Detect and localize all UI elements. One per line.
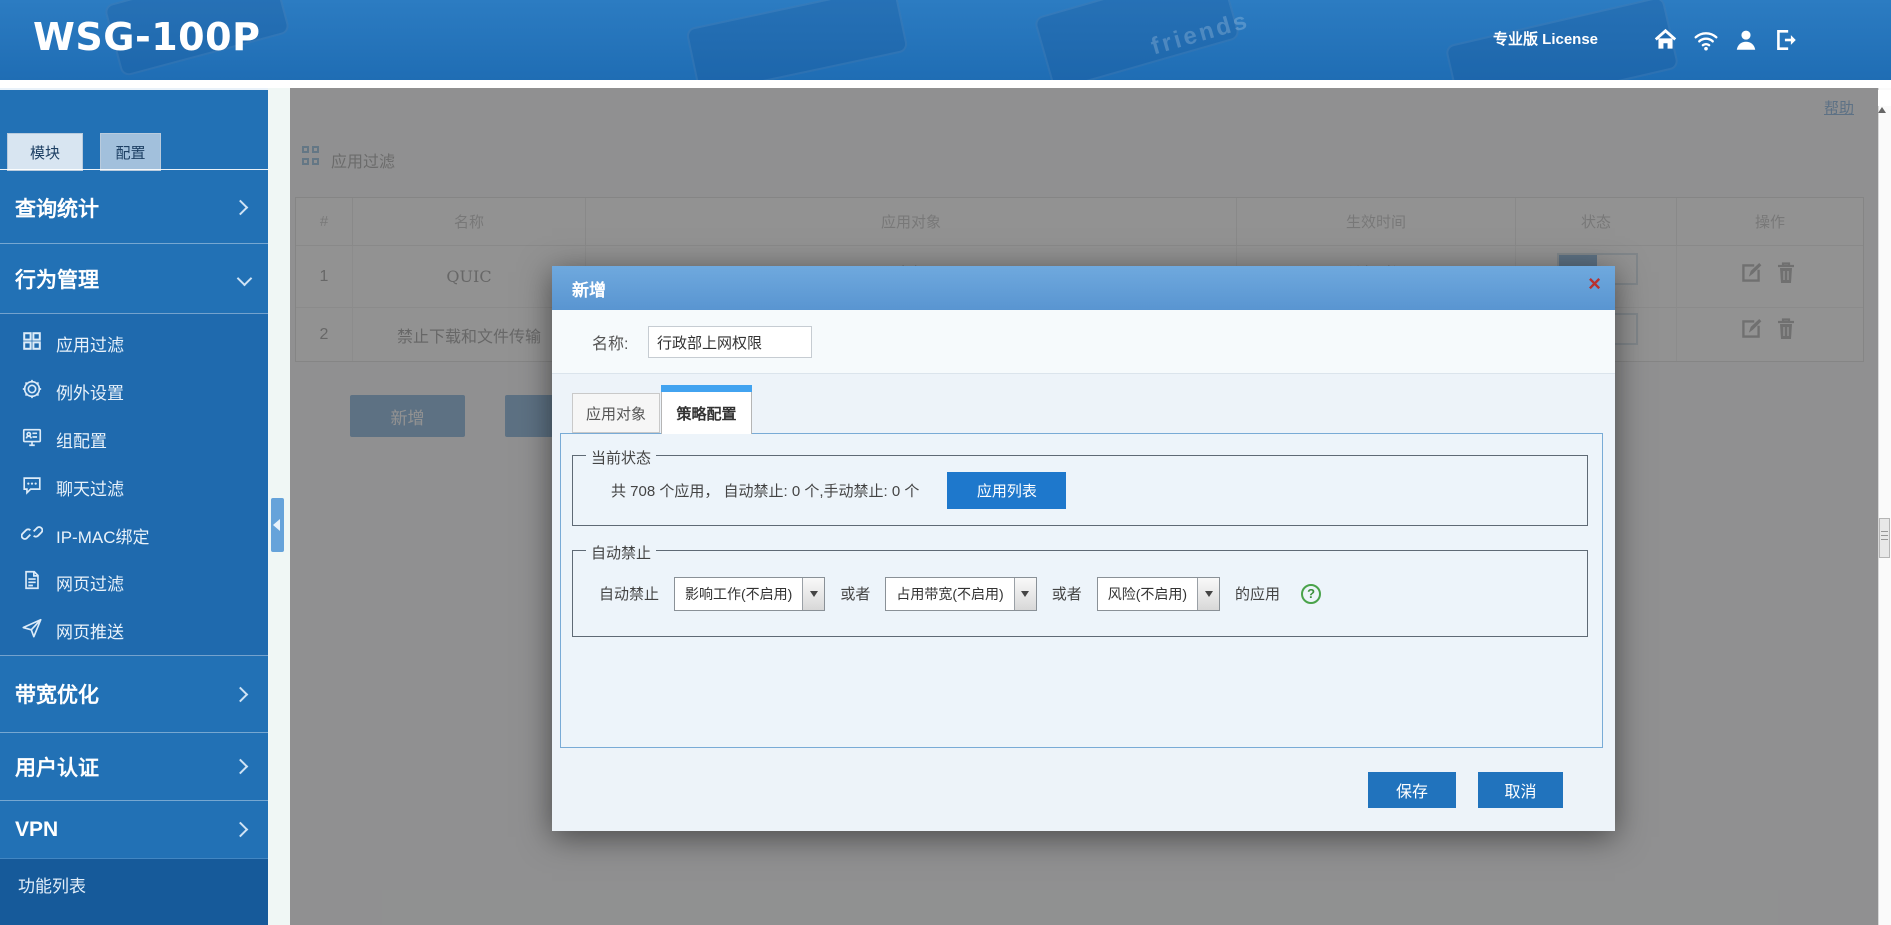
dropdown-arrow-icon[interactable]: [802, 578, 824, 610]
dropdown-arrow-icon[interactable]: [1014, 578, 1036, 610]
scroll-up-icon[interactable]: [1878, 90, 1891, 106]
cancel-button[interactable]: 取消: [1478, 772, 1563, 808]
sidebar-item-exceptions[interactable]: 例外设置: [0, 367, 268, 415]
dialog-name-row: 名称:: [552, 310, 1615, 374]
grid-icon: [21, 330, 43, 357]
close-icon[interactable]: ×: [1588, 273, 1601, 295]
chevron-right-icon: [233, 200, 249, 216]
wifi-icon[interactable]: [1692, 27, 1720, 53]
submenu-label: 网页过滤: [56, 570, 124, 595]
sidebar-item-label: 行为管理: [15, 264, 99, 294]
risk-select[interactable]: 风险(不启用): [1097, 577, 1220, 611]
header-icon-bar: [1652, 22, 1800, 58]
app-logo: WSG-100P: [33, 15, 260, 59]
license-label: 专业版 License: [1493, 28, 1598, 49]
sidebar-tab-config[interactable]: 配置: [100, 133, 161, 171]
app-window: friends WSG-100P 专业版 License 模块 配置 查询统计 …: [0, 0, 1891, 925]
sidebar-collapse-handle[interactable]: [271, 498, 284, 552]
auto-ban-label: 自动禁止: [599, 583, 659, 604]
link-icon: [21, 522, 43, 549]
sidebar-item-behavior-mgmt[interactable]: 行为管理: [0, 243, 268, 313]
submenu-label: 应用过滤: [56, 331, 124, 356]
sidebar: 模块 配置 查询统计 行为管理 应用过滤 例外设置 组配置: [0, 90, 268, 925]
sidebar-item-web-push[interactable]: 网页推送: [0, 606, 268, 654]
sidebar-tab-module[interactable]: 模块: [7, 133, 83, 171]
sidebar-submenu: 应用过滤 例外设置 组配置 聊天过滤 IP-MAC绑定 网页过滤: [0, 313, 268, 656]
add-dialog: 新增 × 名称: 应用对象 策略配置 当前状态 共 708 个应用， 自动禁止:…: [552, 266, 1615, 831]
sidebar-footer-function-list[interactable]: 功能列表: [0, 858, 268, 925]
app-list-button[interactable]: 应用列表: [947, 472, 1066, 509]
sidebar-item-group-config[interactable]: 组配置: [0, 415, 268, 463]
work-impact-select[interactable]: 影响工作(不启用): [674, 577, 825, 611]
chevron-left-icon: [273, 519, 280, 531]
tab-policy-config[interactable]: 策略配置: [661, 385, 752, 434]
chevron-right-icon: [233, 759, 249, 775]
send-icon: [21, 617, 43, 644]
apps-suffix-label: 的应用: [1235, 583, 1280, 604]
sidebar-item-web-filter[interactable]: 网页过滤: [0, 558, 268, 606]
or-label: 或者: [1052, 583, 1082, 604]
sidebar-item-app-filter[interactable]: 应用过滤: [0, 319, 268, 367]
name-input[interactable]: [648, 326, 812, 358]
help-icon[interactable]: ?: [1301, 584, 1321, 604]
dropdown-arrow-icon[interactable]: [1197, 578, 1219, 610]
page-scrollbar-thumb[interactable]: [1879, 518, 1890, 558]
or-label: 或者: [840, 583, 870, 604]
sidebar-item-label: 带宽优化: [15, 679, 99, 709]
group-icon: [21, 426, 43, 453]
sidebar-item-ip-mac-binding[interactable]: IP-MAC绑定: [0, 511, 268, 559]
sidebar-item-vpn[interactable]: VPN: [0, 800, 268, 858]
user-icon[interactable]: [1733, 27, 1759, 53]
home-icon[interactable]: [1652, 27, 1679, 53]
chevron-right-icon: [233, 822, 249, 838]
active-tab-highlight: [661, 385, 752, 392]
sidebar-item-label: VPN: [15, 818, 58, 842]
auto-ban-group: 自动禁止 自动禁止 影响工作(不启用) 或者 占用带宽(不启用) 或者 风险(不…: [572, 550, 1588, 637]
group-legend: 自动禁止: [586, 542, 656, 563]
chat-icon: [21, 474, 43, 501]
sidebar-item-chat-filter[interactable]: 聊天过滤: [0, 463, 268, 511]
submenu-label: 聊天过滤: [56, 475, 124, 500]
sidebar-item-user-auth[interactable]: 用户认证: [0, 732, 268, 800]
sidebar-tab-divider: [0, 169, 268, 170]
submenu-label: 网页推送: [56, 618, 124, 643]
tab-app-target[interactable]: 应用对象: [572, 393, 660, 433]
sidebar-item-label: 用户认证: [15, 752, 99, 782]
dialog-title: 新增: [572, 266, 606, 310]
current-status-group: 当前状态 共 708 个应用， 自动禁止: 0 个,手动禁止: 0 个 应用列表: [572, 455, 1588, 526]
submenu-label: IP-MAC绑定: [56, 523, 150, 548]
chevron-right-icon: [233, 686, 249, 702]
sidebar-item-bandwidth[interactable]: 带宽优化: [0, 655, 268, 732]
keyboard-texture: [685, 0, 908, 80]
select-value: 影响工作(不启用): [675, 584, 802, 604]
save-button[interactable]: 保存: [1368, 772, 1456, 808]
logout-icon[interactable]: [1772, 27, 1800, 53]
sidebar-item-query-stats[interactable]: 查询统计: [0, 172, 268, 243]
bandwidth-usage-select[interactable]: 占用带宽(不启用): [885, 577, 1036, 611]
submenu-label: 例外设置: [56, 379, 124, 404]
dialog-header: 新增 ×: [552, 266, 1615, 310]
chevron-down-icon: [237, 271, 253, 287]
name-field-label: 名称:: [592, 310, 628, 374]
page-icon: [21, 569, 43, 596]
tab-label: 策略配置: [661, 392, 752, 434]
submenu-label: 组配置: [56, 427, 107, 452]
select-value: 风险(不启用): [1098, 584, 1197, 604]
gear-icon: [21, 378, 43, 405]
sidebar-item-label: 查询统计: [15, 193, 99, 223]
app-count-summary: 共 708 个应用， 自动禁止: 0 个,手动禁止: 0 个: [611, 480, 919, 501]
page-scrollbar-track[interactable]: [1878, 88, 1891, 925]
select-value: 占用带宽(不启用): [886, 584, 1013, 604]
group-legend: 当前状态: [586, 447, 656, 468]
app-header: friends WSG-100P 专业版 License: [0, 0, 1891, 80]
